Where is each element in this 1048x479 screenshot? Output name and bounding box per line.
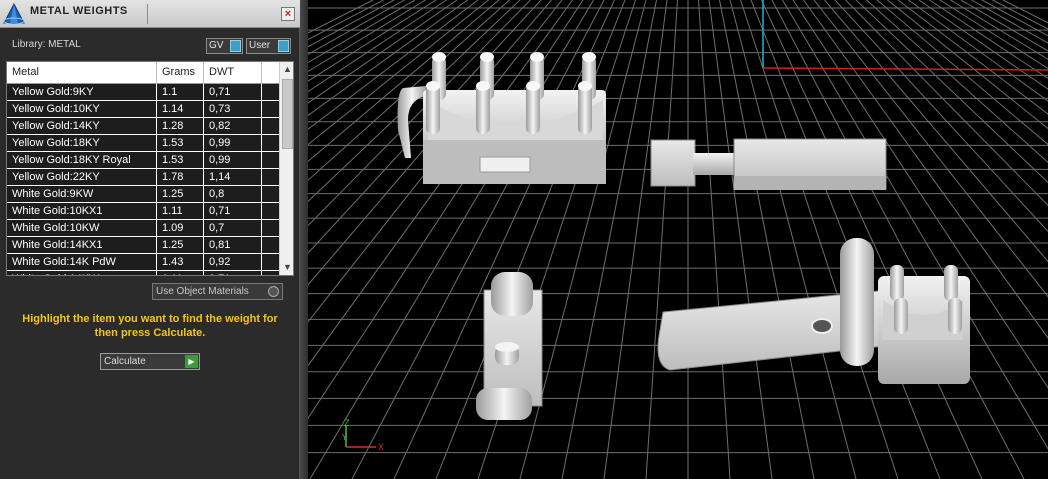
table-row[interactable]: Yellow Gold:10KY 1.14 0,73 [7,101,279,118]
calculate-button[interactable]: Calculate ▶ [100,353,200,370]
metal-cell: Yellow Gold:9KY [7,84,157,100]
axis-z-label: Z [344,418,350,428]
table-row[interactable]: White Gold:14KW1.110,71 [7,271,279,275]
dwt-cell: 0,81 [204,237,262,253]
grams-cell: 1.11 [157,271,204,275]
grams-cell: 1.11 [157,203,204,219]
axis-guide-red [762,67,1048,71]
panel-splitter[interactable] [300,0,308,479]
user-toggle-label: User [249,40,271,51]
table-row[interactable]: White Gold:14K PdW 1.43 0,92 [7,254,279,271]
perspective-grid [308,0,1048,479]
dwt-cell: 0,7 [204,220,262,236]
metal-cell: White Gold:10KX1 [7,203,157,219]
gv-library-toggle[interactable]: GV [206,38,243,54]
grams-cell: 1.09 [157,220,204,236]
lever-crown-model[interactable] [657,238,970,384]
axis-x-label: X [378,442,384,452]
metal-cell: White Gold:14K PdW [7,254,157,270]
toggle-knob-icon [230,40,241,52]
metal-cell: Yellow Gold:18KY [7,135,157,151]
instruction-text: Highlight the item you want to find the … [22,313,278,339]
metal-weights-panel: METAL WEIGHTS × Library: METAL GV User M… [0,0,300,479]
calculate-label: Calculate [104,356,146,367]
grams-cell: 1.53 [157,135,204,151]
scrollbar-thumb[interactable] [282,79,293,149]
dwt-cell: 0,71 [204,271,262,275]
grams-cell: 1.28 [157,118,204,134]
dwt-cell: 0,71 [204,203,262,219]
panel-titlebar: METAL WEIGHTS × [0,0,300,28]
table-row[interactable]: Yellow Gold:18KY Royal 1.53 0,99 [7,152,279,169]
grams-cell: 1.43 [157,254,204,270]
play-arrow-icon: ▶ [185,355,198,368]
toggle-knob-icon [278,40,289,52]
metal-cell: Yellow Gold:10KY [7,101,157,117]
chevron-up-icon[interactable]: ▲ [280,62,293,77]
metal-cell: Yellow Gold:14KY [7,118,157,134]
user-library-toggle[interactable]: User [246,38,291,54]
table-header: Metal Grams DWT [7,62,279,84]
metal-cell: White Gold:9KW [7,186,157,202]
metal-cell: White Gold:14KW [7,271,157,275]
table-scrollbar[interactable]: ▲ ▼ [279,62,293,275]
panel-title: METAL WEIGHTS [30,5,128,17]
radio-icon[interactable] [268,286,279,297]
dwt-cell: 0,73 [204,101,262,117]
3d-viewport[interactable]: Z Y X [308,0,1048,479]
column-header-dwt[interactable]: DWT [204,62,262,84]
dwt-cell: 0,8 [204,186,262,202]
table-row[interactable]: Yellow Gold:22KY 1.78 1,14 [7,169,279,186]
grams-cell: 1.53 [157,152,204,168]
column-header-grams[interactable]: Grams [157,62,204,84]
viewport-canvas[interactable]: Z Y X [308,0,1048,479]
table-row[interactable]: White Gold:14KX1 1.25 0,81 [7,237,279,254]
grams-cell: 1.1 [157,84,204,100]
dwt-cell: 0,71 [204,84,262,100]
table-row[interactable]: White Gold:9KW 1.25 0,8 [7,186,279,203]
use-object-materials-option[interactable]: Use Object Materials [152,283,283,300]
gv-toggle-label: GV [209,40,224,51]
dwt-cell: 1,14 [204,169,262,185]
dwt-cell: 0,82 [204,118,262,134]
grams-cell: 1.78 [157,169,204,185]
metal-cell: White Gold:14KX1 [7,237,157,253]
table-row[interactable]: White Gold:10KX1 1.11 0,71 [7,203,279,220]
table-row[interactable]: Yellow Gold:9KY 1.1 0,71 [7,84,279,101]
axis-y-label: Y [342,433,348,442]
grams-cell: 1.25 [157,186,204,202]
bar-connector-model[interactable] [650,138,887,190]
dwt-cell: 0,99 [204,152,262,168]
hinge-link-model[interactable] [476,272,543,420]
grams-cell: 1.25 [157,237,204,253]
title-divider [147,4,148,24]
metal-table: Metal Grams DWT Yellow Gold:9KY 1.1 0,71 Ye… [6,61,294,276]
grams-cell: 1.14 [157,101,204,117]
close-icon[interactable]: × [281,7,295,21]
library-label: Library: METAL [12,39,81,50]
table-row[interactable]: White Gold:10KW 1.09 0,7 [7,220,279,237]
table-row[interactable]: Yellow Gold:14KY 1.28 0,82 [7,118,279,135]
dwt-cell: 0,99 [204,135,262,151]
column-header-metal[interactable]: Metal [7,62,157,84]
table-row[interactable]: Yellow Gold:18KY 1.53 0,99 [7,135,279,152]
table-body: Yellow Gold:9KY 1.1 0,71 Yellow Gold:10KY 1.… [7,84,279,275]
use-object-materials-label: Use Object Materials [156,286,249,297]
pyramid-logo-icon [2,2,26,26]
metal-cell: Yellow Gold:18KY Royal [7,152,157,168]
metal-cell: White Gold:10KW [7,220,157,236]
axis-triad: Z Y X [342,418,384,452]
chevron-down-icon[interactable]: ▼ [280,260,293,275]
metal-cell: Yellow Gold:22KY [7,169,157,185]
dwt-cell: 0,92 [204,254,262,270]
